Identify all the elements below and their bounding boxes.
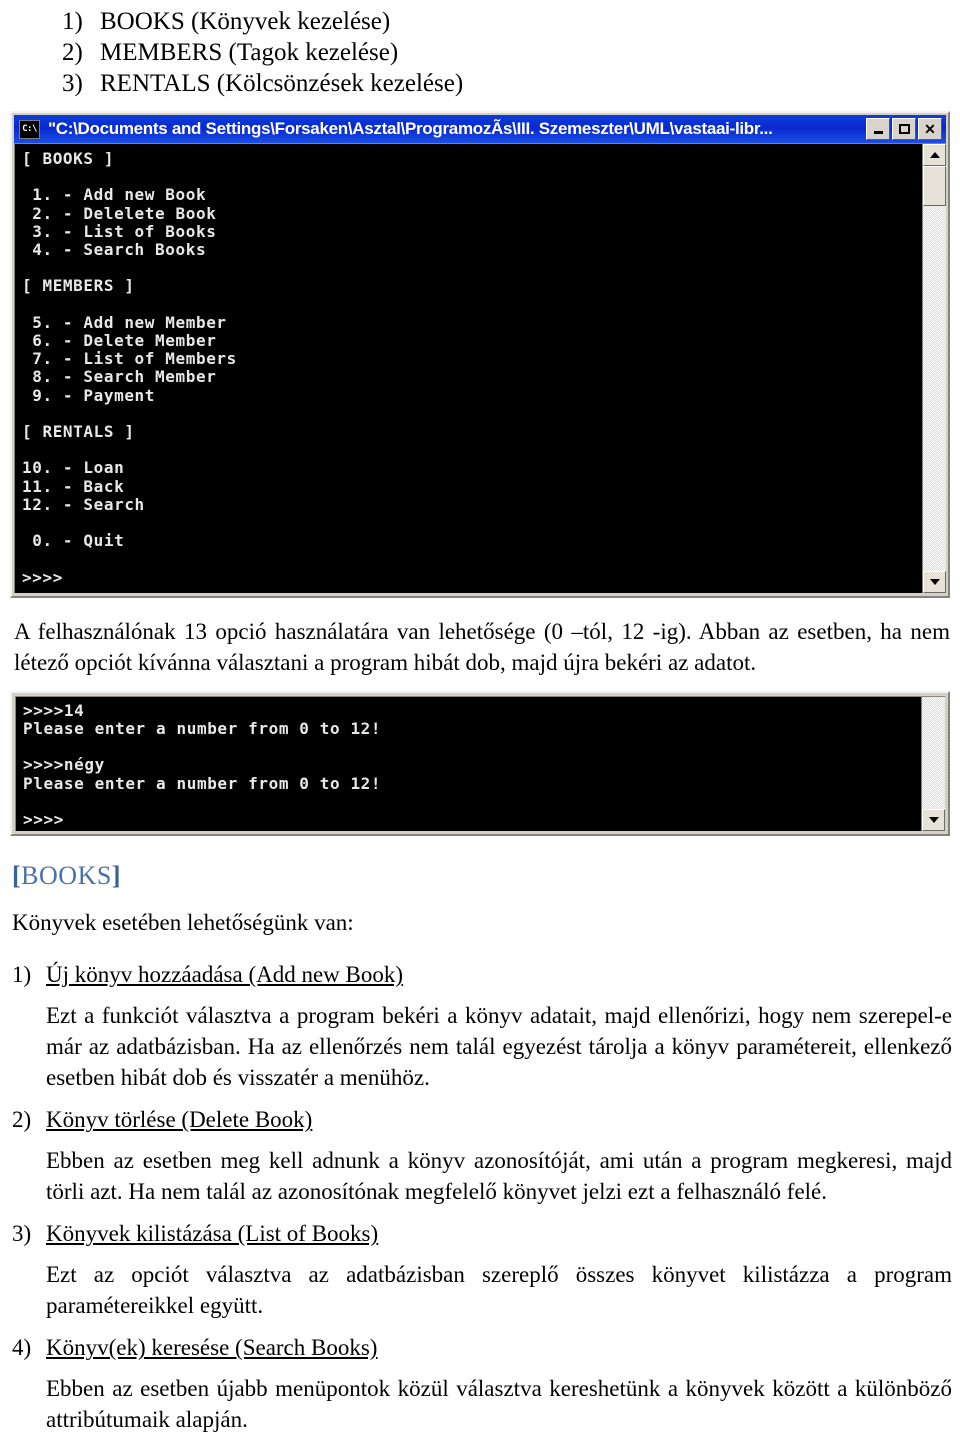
list-item-search-books: 4) Könyv(ek) keresése (Search Books) (0, 1333, 960, 1363)
scroll-down-button[interactable] (923, 570, 946, 593)
console-output-main: [ BOOKS ] 1. - Add new Book 2. - Delelet… (15, 144, 922, 593)
list-item: 3) RENTALS (Kölcsönzések kezelése) (0, 68, 960, 99)
minimize-icon (873, 131, 883, 134)
chevron-up-icon (929, 152, 940, 158)
list-item-number: 1) (12, 962, 32, 988)
scroll-up-button[interactable] (923, 144, 946, 166)
paragraph-delete-book: Ebben az esetben meg kell adnunk a könyv… (46, 1148, 952, 1205)
list-item-delete-book: 2) Könyv törlése (Delete Book) (0, 1105, 960, 1135)
list-item-label: RENTALS (Kölcsönzések kezelése) (100, 70, 464, 97)
list-item-number: 2) (62, 39, 83, 66)
console-output-error: >>>>14 Please enter a number from 0 to 1… (16, 696, 921, 832)
list-item-number: 3) (12, 1221, 32, 1247)
console-window-error: >>>>14 Please enter a number from 0 to 1… (10, 690, 950, 837)
console-scrollbar-main[interactable] (922, 144, 946, 593)
heading-bracket-open: [ (12, 861, 22, 891)
paragraph-list-of-books: Ezt az opciót választva az adatbázisban … (46, 1262, 952, 1319)
console-body-error: >>>>14 Please enter a number from 0 to 1… (15, 695, 945, 832)
heading-label: BOOKS (21, 861, 112, 891)
scrollbar-thumb[interactable] (923, 166, 946, 206)
list-item-label: BOOKS (Könyvek kezelése) (100, 8, 391, 35)
list-item-label: MEMBERS (Tagok kezelése) (100, 39, 399, 66)
list-item-label: Új könyv hozzáadása (Add new Book) (46, 962, 404, 988)
list-item-number: 3) (62, 70, 83, 97)
paragraph-search-books: Ebben az esetben újabb menüpontok közül … (46, 1376, 952, 1433)
intro-option-list: 1) BOOKS (Könyvek kezelése) 2) MEMBERS (… (0, 0, 960, 99)
section-lead-text: Könyvek esetében lehetőségünk van: (12, 910, 354, 936)
window-controls: ✕ (866, 118, 944, 140)
list-item-label: Könyv(ek) keresése (Search Books) (46, 1335, 378, 1361)
chevron-down-icon (929, 578, 940, 585)
list-item: 2) MEMBERS (Tagok kezelése) (0, 37, 960, 68)
paragraph-options-explanation: A felhasználónak 13 opció használatára v… (14, 618, 950, 675)
close-button[interactable]: ✕ (918, 118, 942, 140)
minimize-button[interactable] (866, 118, 890, 140)
paragraph-add-new-book: Ezt a funkciót választva a program bekér… (46, 1003, 952, 1091)
list-item-number: 4) (12, 1335, 32, 1361)
console-scrollbar-error[interactable] (921, 696, 945, 832)
close-icon: ✕ (924, 121, 936, 137)
list-item: 1) BOOKS (Könyvek kezelése) (0, 6, 960, 37)
list-item-label: Könyvek kilistázása (List of Books) (46, 1221, 379, 1247)
console-window-main: C:\ "C:\Documents and Settings\Forsaken\… (10, 111, 950, 598)
console-body-main: [ BOOKS ] 1. - Add new Book 2. - Delelet… (14, 143, 946, 593)
maximize-button[interactable] (892, 118, 916, 140)
scrollbar-track[interactable] (922, 697, 945, 809)
console-titlebar[interactable]: C:\ "C:\Documents and Settings\Forsaken\… (14, 115, 946, 143)
list-item-number: 1) (62, 8, 83, 35)
list-item-number: 2) (12, 1107, 32, 1133)
heading-bracket-close: ] (111, 861, 121, 891)
scroll-down-button[interactable] (922, 809, 945, 832)
console-icon: C:\ (19, 119, 40, 139)
scrollbar-track[interactable] (923, 166, 946, 571)
list-item-list-of-books: 3) Könyvek kilistázása (List of Books) (0, 1219, 960, 1249)
list-item-label: Könyv törlése (Delete Book) (46, 1107, 313, 1133)
list-item-add-new-book: 1) Új könyv hozzáadása (Add new Book) (0, 960, 960, 990)
console-title-text: "C:\Documents and Settings\Forsaken\Aszt… (48, 119, 773, 138)
maximize-icon (898, 124, 910, 134)
chevron-down-icon (928, 817, 939, 824)
section-heading-books: [BOOKS] (0, 860, 960, 892)
